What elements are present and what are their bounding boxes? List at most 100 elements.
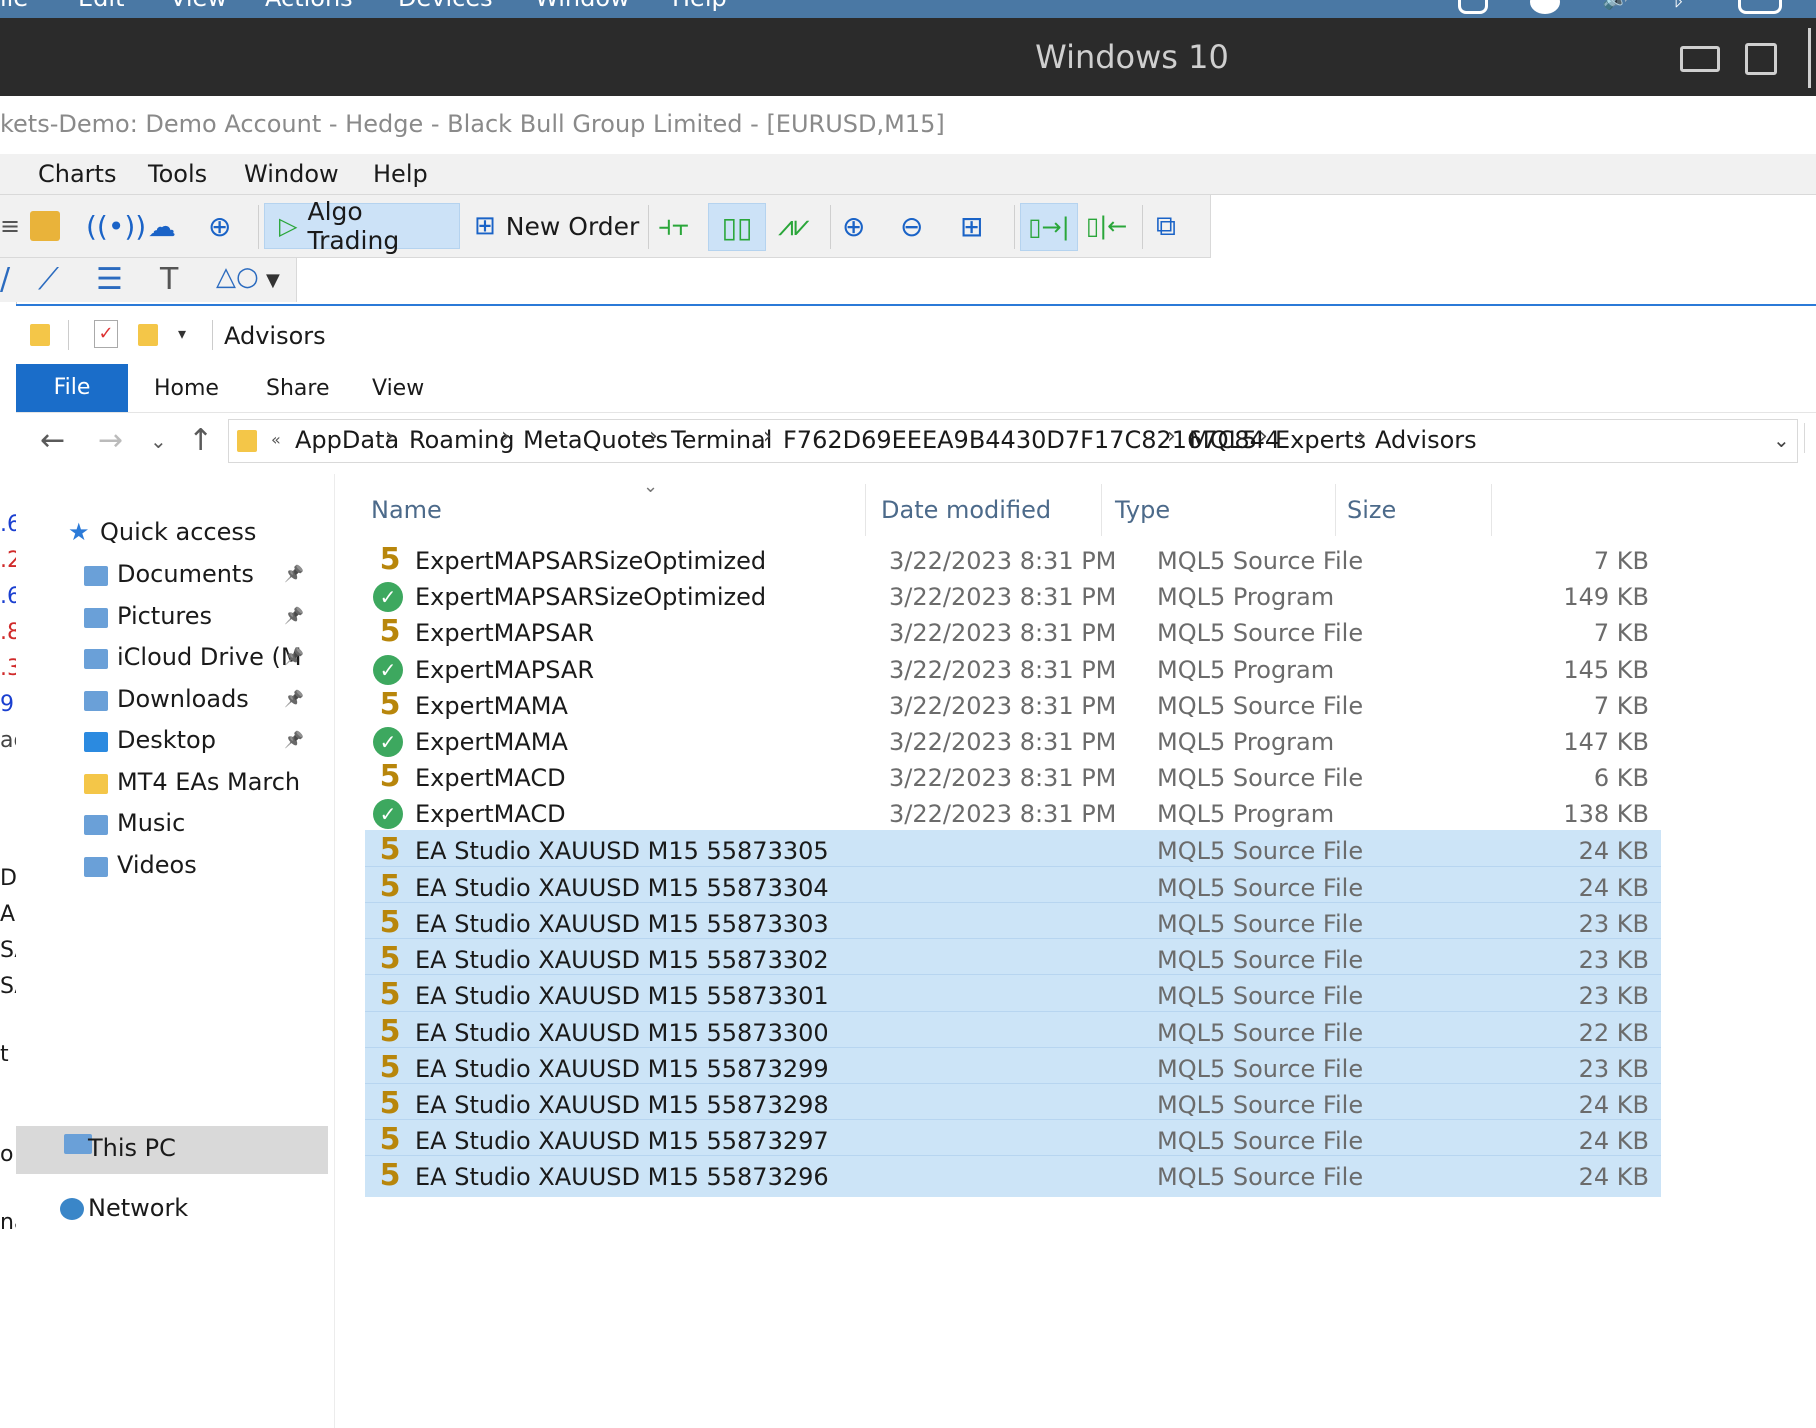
chevron-right-icon[interactable]: › [763, 424, 772, 449]
menu-tools[interactable]: Tools [148, 160, 207, 188]
host-menu-view[interactable]: View [170, 0, 227, 12]
nav-this-pc[interactable]: This PC [16, 1126, 328, 1174]
bluetooth-icon[interactable]: ᛒ [1672, 0, 1702, 11]
properties-icon[interactable]: ✓ [94, 320, 118, 348]
chevron-down-icon[interactable]: ▼ [266, 270, 280, 291]
shapes-icon[interactable]: △○ [216, 262, 259, 292]
host-menu-window[interactable]: Window [535, 0, 630, 12]
breadcrumb-metaquotes[interactable]: MetaQuotes [523, 426, 668, 454]
file-row[interactable]: 5 ExpertMACD 3/22/2023 8:31 PM MQL5 Source … [365, 757, 1661, 798]
tile-windows-icon[interactable]: ⊞ [960, 203, 983, 249]
host-menu-help[interactable]: Help [672, 0, 727, 12]
file-row[interactable]: ✓ ExpertMAMA 3/22/2023 8:31 PM MQL5 Program… [365, 721, 1661, 762]
tab-share[interactable]: Share [266, 376, 330, 401]
chevron-right-icon[interactable]: › [1167, 424, 1176, 449]
file-row[interactable]: 5 ExpertMAPSAR 3/22/2023 8:31 PM MQL5 Sourc… [365, 612, 1661, 653]
pin-icon[interactable]: 📌 [284, 564, 304, 583]
host-menu-devices[interactable]: Devices [398, 0, 493, 12]
file-row[interactable]: 5 ExpertMAMA 3/22/2023 8:31 PM MQL5 Source … [365, 685, 1661, 726]
host-menu-file[interactable]: ile [0, 0, 28, 12]
zoom-in-icon[interactable]: ⊕ [842, 203, 865, 249]
back-arrow-icon[interactable]: ← [40, 423, 65, 458]
chart-shift-icon[interactable]: ▯|← [1086, 203, 1127, 249]
status-icon[interactable] [1530, 0, 1560, 14]
zoom-out-icon[interactable]: ⊖ [900, 203, 923, 249]
text-tool-icon[interactable]: T [160, 262, 178, 297]
column-separator[interactable] [1491, 484, 1492, 536]
menu-window[interactable]: Window [244, 160, 339, 188]
nav-item[interactable]: MT4 EAs March 202 [84, 768, 334, 808]
pin-icon[interactable]: 📌 [284, 730, 304, 749]
algo-trading-button[interactable]: ▷ Algo Trading [264, 197, 460, 255]
forward-arrow-icon[interactable]: → [98, 423, 123, 458]
battery-icon[interactable] [1738, 0, 1782, 14]
file-row[interactable]: ✓ ExpertMAPSAR 3/22/2023 8:31 PM MQL5 Progr… [365, 649, 1661, 690]
column-separator[interactable] [1101, 484, 1102, 536]
host-menu-actions[interactable]: Actions [265, 0, 353, 12]
auto-scroll-icon[interactable]: ▯→| [1020, 203, 1078, 251]
chevron-right-icon[interactable]: › [649, 424, 658, 449]
chevron-right-icon[interactable]: › [1259, 424, 1268, 449]
signals-icon[interactable]: ((•)) [86, 203, 146, 249]
pin-icon[interactable]: 📌 [284, 647, 304, 666]
chip-icon[interactable] [1745, 43, 1777, 75]
chevron-right-icon[interactable]: › [501, 424, 510, 449]
pin-icon[interactable]: 📌 [284, 689, 304, 708]
column-header-name[interactable]: Name [371, 496, 442, 524]
file-row[interactable]: 5 EA Studio XAUUSD M15 55873305 MQL5 Sourc… [365, 829, 1661, 871]
tab-view[interactable]: View [372, 376, 424, 401]
tab-file[interactable]: File [16, 364, 128, 412]
new-folder-icon[interactable] [138, 324, 158, 346]
line-chart-icon[interactable]: ⩘⩗ [778, 203, 810, 249]
new-order-button[interactable]: ⊞ New Order [474, 203, 639, 249]
bar-chart-icon[interactable]: ⫞⫟ [658, 203, 689, 249]
pin-icon[interactable]: 📌 [284, 606, 304, 625]
keyboard-icon[interactable] [1680, 46, 1720, 72]
trendline-icon[interactable]: / [0, 262, 10, 297]
display-icon[interactable] [1458, 0, 1488, 14]
file-row[interactable]: 5 ExpertMAPSARSizeOptimized 3/22/2023 8:31… [365, 540, 1661, 581]
candlestick-icon[interactable]: ▯▯ [708, 203, 766, 251]
breadcrumb-advisors[interactable]: Advisors [1375, 426, 1477, 454]
screenshot-icon[interactable]: ⧉ [1156, 203, 1176, 249]
column-header-type[interactable]: Type [1115, 496, 1170, 524]
file-row[interactable]: 5 EA Studio XAUUSD M15 55873296 MQL5 Sourc… [365, 1155, 1661, 1198]
nav-item[interactable]: Desktop 📌 [84, 726, 334, 766]
nav-item[interactable]: Documents 📌 [84, 560, 334, 600]
segment-icon[interactable]: ⟋ [38, 262, 59, 297]
menu-charts[interactable]: Charts [38, 160, 116, 188]
fibonacci-icon[interactable]: ☰ [96, 262, 123, 297]
column-separator[interactable] [865, 484, 866, 536]
chevron-right-icon[interactable]: › [1357, 424, 1366, 449]
nav-item[interactable]: Videos [84, 851, 334, 891]
nav-item[interactable]: iCloud Drive (Ma 📌 [84, 643, 334, 683]
market-icon[interactable] [30, 203, 60, 249]
column-header-date[interactable]: Date modified [881, 496, 1051, 524]
tab-home[interactable]: Home [154, 376, 219, 401]
add-signal-icon[interactable]: ⊕ [208, 203, 231, 249]
nav-item[interactable]: Pictures 📌 [84, 602, 334, 642]
address-bar[interactable]: « AppData › Roaming › MetaQuotes › Termi… [228, 419, 1798, 463]
vps-cloud-icon[interactable]: ☁ [148, 203, 176, 249]
breadcrumb-appdata[interactable]: AppData [295, 426, 399, 454]
column-separator[interactable] [1335, 484, 1336, 536]
host-menu-edit[interactable]: Edit [78, 0, 124, 12]
column-header-size[interactable]: Size [1347, 496, 1396, 524]
chevron-right-icon[interactable]: › [385, 424, 394, 449]
breadcrumb-mql5[interactable]: MQL5 [1189, 426, 1257, 454]
volume-icon[interactable]: 🔊 [1602, 0, 1632, 11]
refresh-icon[interactable] [1804, 423, 1816, 453]
nav-item[interactable]: Downloads 📌 [84, 685, 334, 725]
breadcrumb-roaming[interactable]: Roaming [409, 426, 514, 454]
chevron-down-icon[interactable]: ▾ [178, 324, 186, 343]
menu-help[interactable]: Help [373, 160, 428, 188]
breadcrumb-terminal[interactable]: Terminal [671, 426, 772, 454]
chevron-down-icon[interactable]: ⌄ [1773, 428, 1790, 452]
file-row[interactable]: ✓ ExpertMAPSARSizeOptimized 3/22/2023 8:31… [365, 576, 1661, 617]
breadcrumb-experts[interactable]: Experts [1275, 426, 1366, 454]
recent-locations-icon[interactable]: ⌄ [150, 429, 167, 453]
file-row[interactable]: ✓ ExpertMACD 3/22/2023 8:31 PM MQL5 Program… [365, 793, 1661, 834]
breadcrumb-overflow[interactable]: « [271, 430, 281, 449]
toolbar-overflow-icon[interactable]: ≡ [0, 203, 20, 249]
nav-item[interactable]: Music [84, 809, 334, 849]
